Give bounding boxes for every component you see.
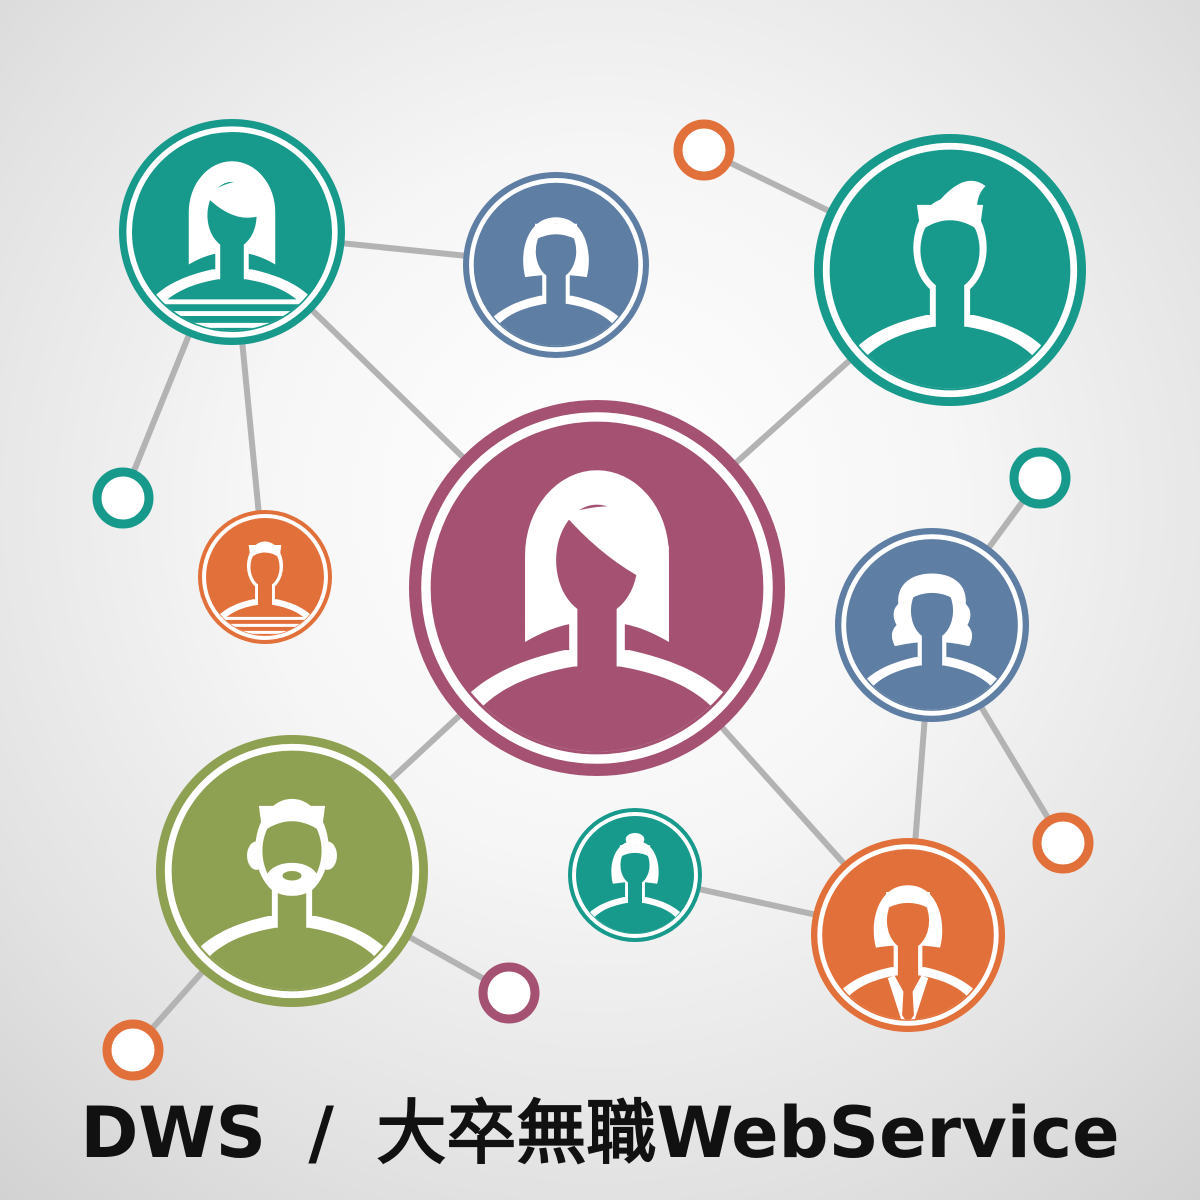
node-ring-icon: [1032, 812, 1094, 874]
woman-avatar-icon: [568, 808, 702, 942]
woman-avatar-icon: [119, 119, 345, 345]
woman-avatar-icon: [463, 172, 649, 358]
node-ring-icon: [478, 962, 540, 1024]
node-ring-icon: [1009, 447, 1071, 509]
network-illustration: [92, 119, 1094, 1081]
node-ring-icon: [102, 1019, 164, 1081]
avatar-group: [119, 119, 1086, 1032]
businesswoman-avatar-icon: [811, 838, 1005, 1032]
child-avatar-icon: [198, 510, 332, 644]
node-ring-icon: [673, 119, 735, 181]
brand-title: DWS / 大卒無職WebService: [80, 1092, 1120, 1174]
man-avatar-icon: [814, 134, 1086, 406]
node-ring-icon: [92, 467, 154, 529]
woman-avatar-icon: [835, 528, 1029, 722]
